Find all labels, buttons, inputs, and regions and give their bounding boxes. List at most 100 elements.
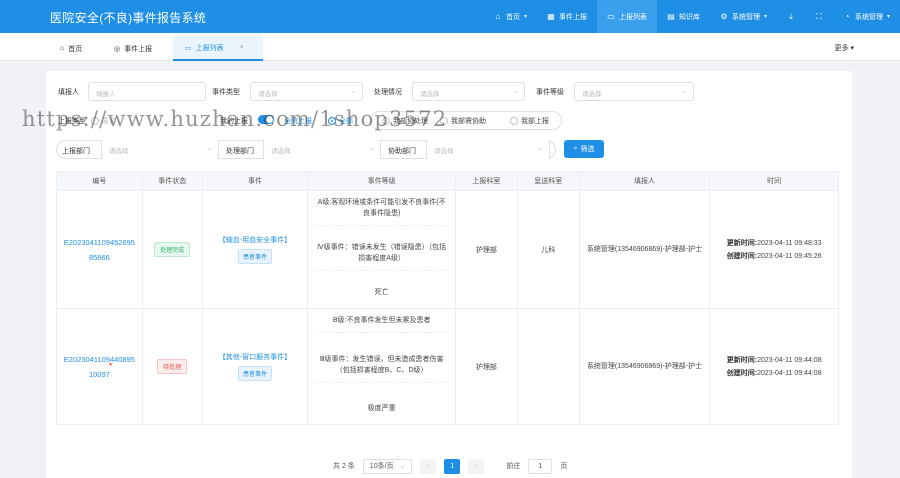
column-header: 事件等级 [308, 172, 456, 190]
option-needs-assist[interactable]: 我部需协助 [440, 116, 486, 126]
column-header: 呈送科室 [518, 172, 580, 190]
level-label: 事件等级 [536, 89, 564, 96]
monitor-icon: ▭ [185, 44, 192, 52]
radio-icon [328, 117, 336, 125]
send-dept-cell [518, 309, 580, 424]
nav-knowledge-base[interactable]: ▤ 知识库 [657, 0, 710, 33]
chevron-down-icon: ⌄ [206, 146, 212, 152]
option-label: 我部协处理 [393, 118, 428, 125]
event-name-link[interactable]: 【输血-用血安全事件】 [219, 235, 291, 245]
nav-label: 知识库 [678, 13, 700, 21]
handling-label: 处理情况 [374, 89, 402, 96]
total-count: 共 2 条 [333, 463, 355, 470]
required-marker: * [109, 361, 113, 371]
create-time-value: 2023-04-11 09:44:08 [757, 370, 822, 377]
radio-icon [440, 117, 448, 125]
page-size-value: 10条/页 [369, 463, 394, 470]
report-table: 编号 事件状态 事件 事件等级 上报科室 呈送科室 填报人 时间 E202304… [56, 171, 839, 425]
nav-home[interactable]: ⌂ 首页 ▾ [484, 0, 537, 33]
report-dept-label: 上报部门 [62, 148, 90, 155]
chevron-down-icon: ▾ [850, 45, 854, 52]
reporter-label: 填报人 [58, 89, 79, 96]
prev-page-button[interactable]: ‹ [420, 458, 437, 474]
next-page-button[interactable]: › [468, 458, 485, 474]
event-id-link[interactable]: E202304110944089510097 [57, 352, 142, 382]
level-line: Ⅲ级事件：发生错误，但未造成患者伤害（包括损害程度B、C、D级） [316, 352, 447, 383]
fullscreen-button[interactable]: ⛶ [805, 0, 833, 33]
tab-home[interactable]: ⌂ 首页 [48, 36, 94, 61]
table-row[interactable]: E202304110944089510097 * 待处理 【其他-窗口服务事件】… [57, 309, 838, 425]
top-bar: 医院安全(不良)事件报告系统 ⌂ 首页 ▾ ▦ 事件上报 ▭ 上报列表 ▤ 知识… [0, 0, 900, 33]
select-placeholder: 请选择 [109, 148, 129, 155]
handling-select[interactable]: 请选择 ⌄ [412, 82, 525, 101]
user-menu[interactable]: ◔ 系统管理 ▾ [833, 0, 900, 33]
level-select[interactable]: 请选择 ⌄ [574, 82, 694, 101]
chevron-down-icon: ▾ [886, 14, 890, 20]
column-header: 编号 [57, 172, 143, 190]
option-assist-handle[interactable]: 我部协处理 [382, 116, 428, 126]
handle-dept-select[interactable]: 请选择 ⌄ [263, 140, 381, 159]
chevron-down-icon: ⌄ [368, 146, 374, 152]
level-cell: B级:不良事件发生但未累及患者 Ⅲ级事件：发生错误，但未造成患者伤害（包括损害程… [308, 309, 456, 424]
tab-event-report[interactable]: ◎ 事件上报 [102, 36, 164, 61]
option-dept-report[interactable]: 我部上报 [510, 116, 549, 126]
create-time-label: 创建时间: [726, 253, 758, 260]
nav-system-admin[interactable]: ⚙ 系统管理 ▾ [710, 0, 777, 33]
report-dept-cell: 护理部 [456, 309, 518, 424]
create-time-value: 2023-04-11 09:45:26 [757, 253, 822, 260]
event-id-link[interactable]: E202304110945269585866 [57, 235, 142, 265]
option-label: 全部 [339, 118, 353, 125]
tab-more-label: 更多 [834, 45, 849, 52]
my-report-toggle[interactable] [258, 115, 274, 124]
nav-event-report[interactable]: ▦ 事件上报 [537, 0, 597, 33]
column-header: 事件状态 [143, 172, 203, 190]
status-badge: 待处理 [157, 359, 188, 374]
option-label: 我部需协助 [451, 118, 486, 125]
reporter-cell: 系统管理(13546906869)-护理部-护士 [580, 309, 711, 424]
radio-icon [510, 117, 518, 125]
home-icon: ⌂ [495, 11, 501, 21]
page-size-select[interactable]: 10条/页 ⌄ [362, 458, 413, 474]
button-label: 筛选 [580, 146, 595, 153]
main-nav: ⌂ 首页 ▾ ▦ 事件上报 ▭ 上报列表 ▤ 知识库 ⚙ 系统管理 ▾ ⤓ ⛶ … [484, 0, 900, 33]
tab-report-list[interactable]: ▭ 上报列表 × [173, 36, 263, 61]
option-label: 匿名 [102, 118, 116, 125]
update-time: 更新时间:2023-04-11 09:44:08 [727, 355, 822, 365]
page-number-current[interactable]: 1 [444, 458, 461, 474]
close-icon[interactable]: × [240, 44, 244, 51]
main-panel: 填报人 填报人 事件类型 请选择 ⌄ 处理情况 请选择 ⌄ 事件等级 请选择 ⌄… [46, 71, 852, 478]
create-time-label: 创建时间: [726, 370, 758, 377]
download-button[interactable]: ⤓ [777, 0, 805, 33]
scope-all-hospital[interactable]: 全院上报 [284, 116, 312, 126]
nav-label: 上报列表 [618, 13, 647, 21]
nav-report-list[interactable]: ▭ 上报列表 [596, 0, 657, 33]
assist-dept-select[interactable]: 请选择 ⌄ [426, 140, 550, 159]
event-type-select[interactable]: 请选择 ⌄ [250, 82, 363, 101]
report-dept-select[interactable]: 请选择 ⌄ [101, 140, 219, 159]
tab-more-button[interactable]: 更多 ▾ [835, 43, 854, 53]
nav-label: 系统管理 [854, 13, 883, 21]
monitor-icon: ▭ [607, 11, 615, 21]
table-row[interactable]: E202304110945269585866 处理完成 【输血-用血安全事件】 … [57, 191, 838, 309]
update-time: 更新时间:2023-04-11 09:48:33 [727, 238, 822, 248]
select-placeholder: 请选择 [271, 148, 291, 155]
my-report-label: 我的上报 [220, 118, 248, 125]
nav-label: 事件上报 [558, 13, 587, 21]
scope-all[interactable]: 全部 [328, 116, 353, 126]
update-time-label: 更新时间: [726, 240, 758, 247]
event-tag: 患者事件 [237, 249, 272, 264]
tab-label: 事件上报 [124, 45, 153, 53]
table-header: 编号 事件状态 事件 事件等级 上报科室 呈送科室 填报人 时间 [57, 172, 838, 191]
goto-page-input[interactable]: 1 [528, 458, 553, 474]
search-icon: ⌕ [573, 145, 578, 152]
reporter-input[interactable]: 填报人 [88, 82, 206, 101]
level-line: 死亡 [374, 289, 389, 296]
gear-icon: ⚙ [720, 11, 728, 21]
event-name-link[interactable]: 【其他-窗口服务事件】 [219, 352, 291, 362]
report-type-anonymous[interactable]: 匿名 [91, 116, 116, 126]
event-cell: 【其他-窗口服务事件】 患者事件 [203, 309, 309, 424]
app-title: 医院安全(不良)事件报告系统 [50, 11, 207, 25]
filter-button[interactable]: ⌕ 筛选 [564, 140, 604, 158]
toggle-switch [258, 115, 274, 124]
id-cell: E202304110945269585866 [57, 191, 143, 308]
